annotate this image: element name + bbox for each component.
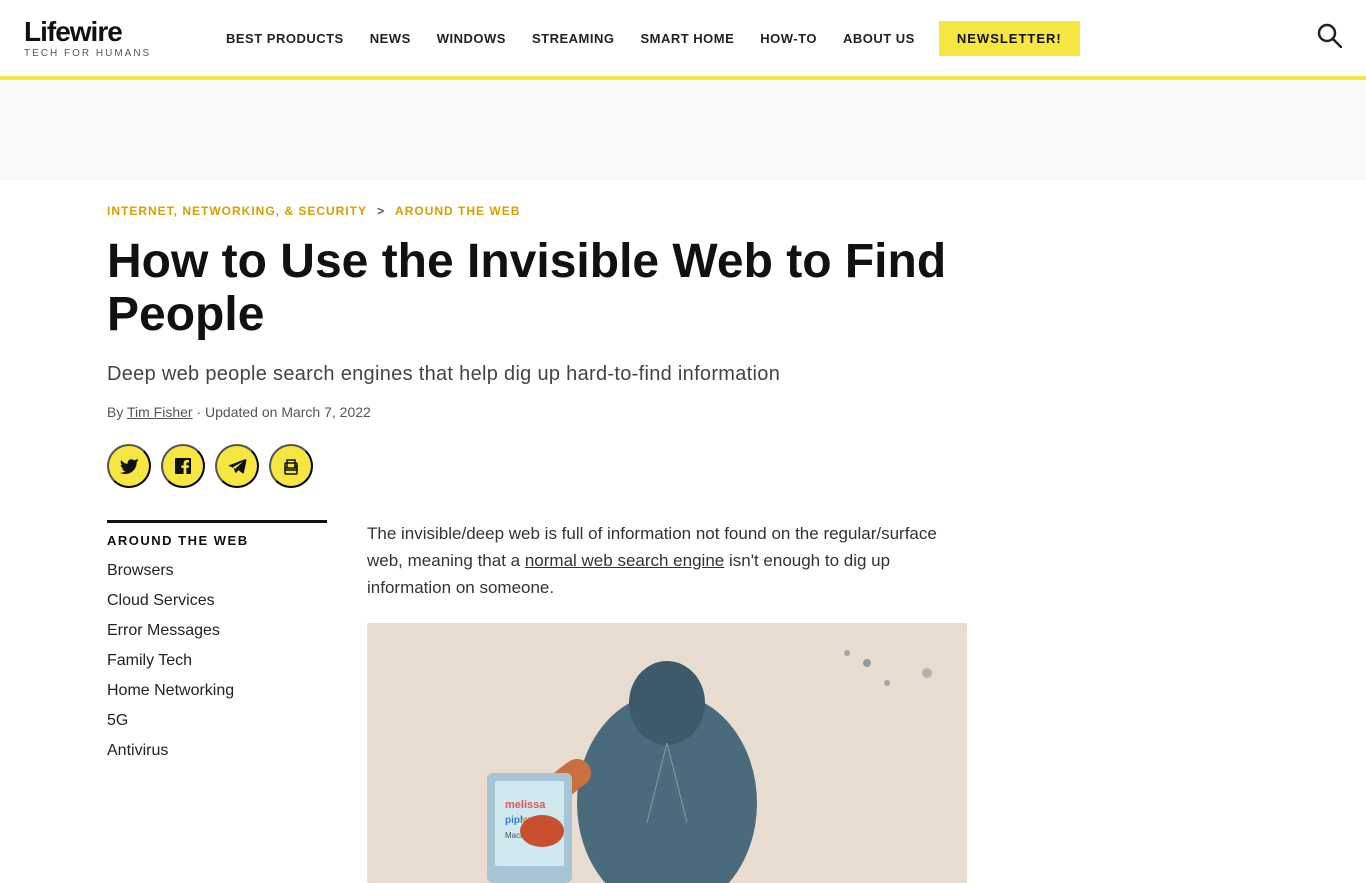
sidebar-link-error-messages[interactable]: Error Messages (107, 622, 327, 640)
search-icon[interactable] (1316, 22, 1342, 54)
telegram-share-button[interactable] (215, 444, 259, 488)
article-body: AROUND THE WEB Browsers Cloud Services E… (107, 520, 1259, 883)
breadcrumb: INTERNET, NETWORKING, & SECURITY > AROUN… (107, 204, 1259, 218)
nav-windows[interactable]: WINDOWS (427, 25, 516, 52)
breadcrumb-current[interactable]: AROUND THE WEB (395, 204, 520, 218)
author-prefix: By (107, 404, 123, 420)
site-header: Lifewire TECH FOR HUMANS BEST PRODUCTS N… (0, 0, 1366, 80)
sidebar-link-home-networking[interactable]: Home Networking (107, 682, 327, 700)
article-intro: The invisible/deep web is full of inform… (367, 520, 967, 602)
print-button[interactable] (269, 444, 313, 488)
nav-streaming[interactable]: STREAMING (522, 25, 625, 52)
svg-text:pipl: pipl (505, 815, 523, 826)
updated-date: Updated on March 7, 2022 (205, 404, 371, 420)
normal-web-search-link[interactable]: normal web search engine (525, 551, 724, 570)
author-link[interactable]: Tim Fisher (127, 404, 193, 420)
article-subtitle: Deep web people search engines that help… (107, 360, 867, 388)
svg-text:melissa: melissa (505, 799, 546, 811)
sidebar-link-browsers[interactable]: Browsers (107, 562, 327, 580)
content-area: INTERNET, NETWORKING, & SECURITY > AROUN… (107, 204, 1259, 883)
sidebar: AROUND THE WEB Browsers Cloud Services E… (107, 520, 327, 883)
logo-tagline: TECH FOR HUMANS (24, 48, 184, 59)
newsletter-button[interactable]: NEWSLETTER! (939, 21, 1080, 56)
nav-about-us[interactable]: ABOUT US (833, 25, 925, 52)
article-image: melissa pipl Wayback Machine (367, 623, 967, 883)
sidebar-link-5g[interactable]: 5G (107, 712, 327, 730)
facebook-share-button[interactable] (161, 444, 205, 488)
main-nav: BEST PRODUCTS NEWS WINDOWS STREAMING SMA… (216, 21, 1300, 56)
main-container: INTERNET, NETWORKING, & SECURITY > AROUN… (83, 180, 1283, 883)
author-line: By Tim Fisher · Updated on March 7, 2022 (107, 404, 1259, 420)
sidebar-link-cloud-services[interactable]: Cloud Services (107, 592, 327, 610)
sidebar-section-title: AROUND THE WEB (107, 520, 327, 548)
logo-text: Lifewire (24, 18, 184, 46)
breadcrumb-separator: > (377, 204, 385, 218)
nav-how-to[interactable]: HOW-TO (750, 25, 827, 52)
article-main: The invisible/deep web is full of inform… (367, 520, 1259, 883)
nav-news[interactable]: NEWS (360, 25, 421, 52)
sidebar-link-family-tech[interactable]: Family Tech (107, 652, 327, 670)
nav-smart-home[interactable]: SMART HOME (630, 25, 744, 52)
social-buttons (107, 444, 1259, 488)
logo[interactable]: Lifewire TECH FOR HUMANS (24, 18, 184, 59)
twitter-share-button[interactable] (107, 444, 151, 488)
nav-best-products[interactable]: BEST PRODUCTS (216, 25, 354, 52)
sidebar-link-antivirus[interactable]: Antivirus (107, 742, 327, 760)
breadcrumb-parent[interactable]: INTERNET, NETWORKING, & SECURITY (107, 204, 367, 218)
article-title: How to Use the Invisible Web to Find Peo… (107, 236, 1007, 342)
ad-banner (0, 80, 1366, 180)
